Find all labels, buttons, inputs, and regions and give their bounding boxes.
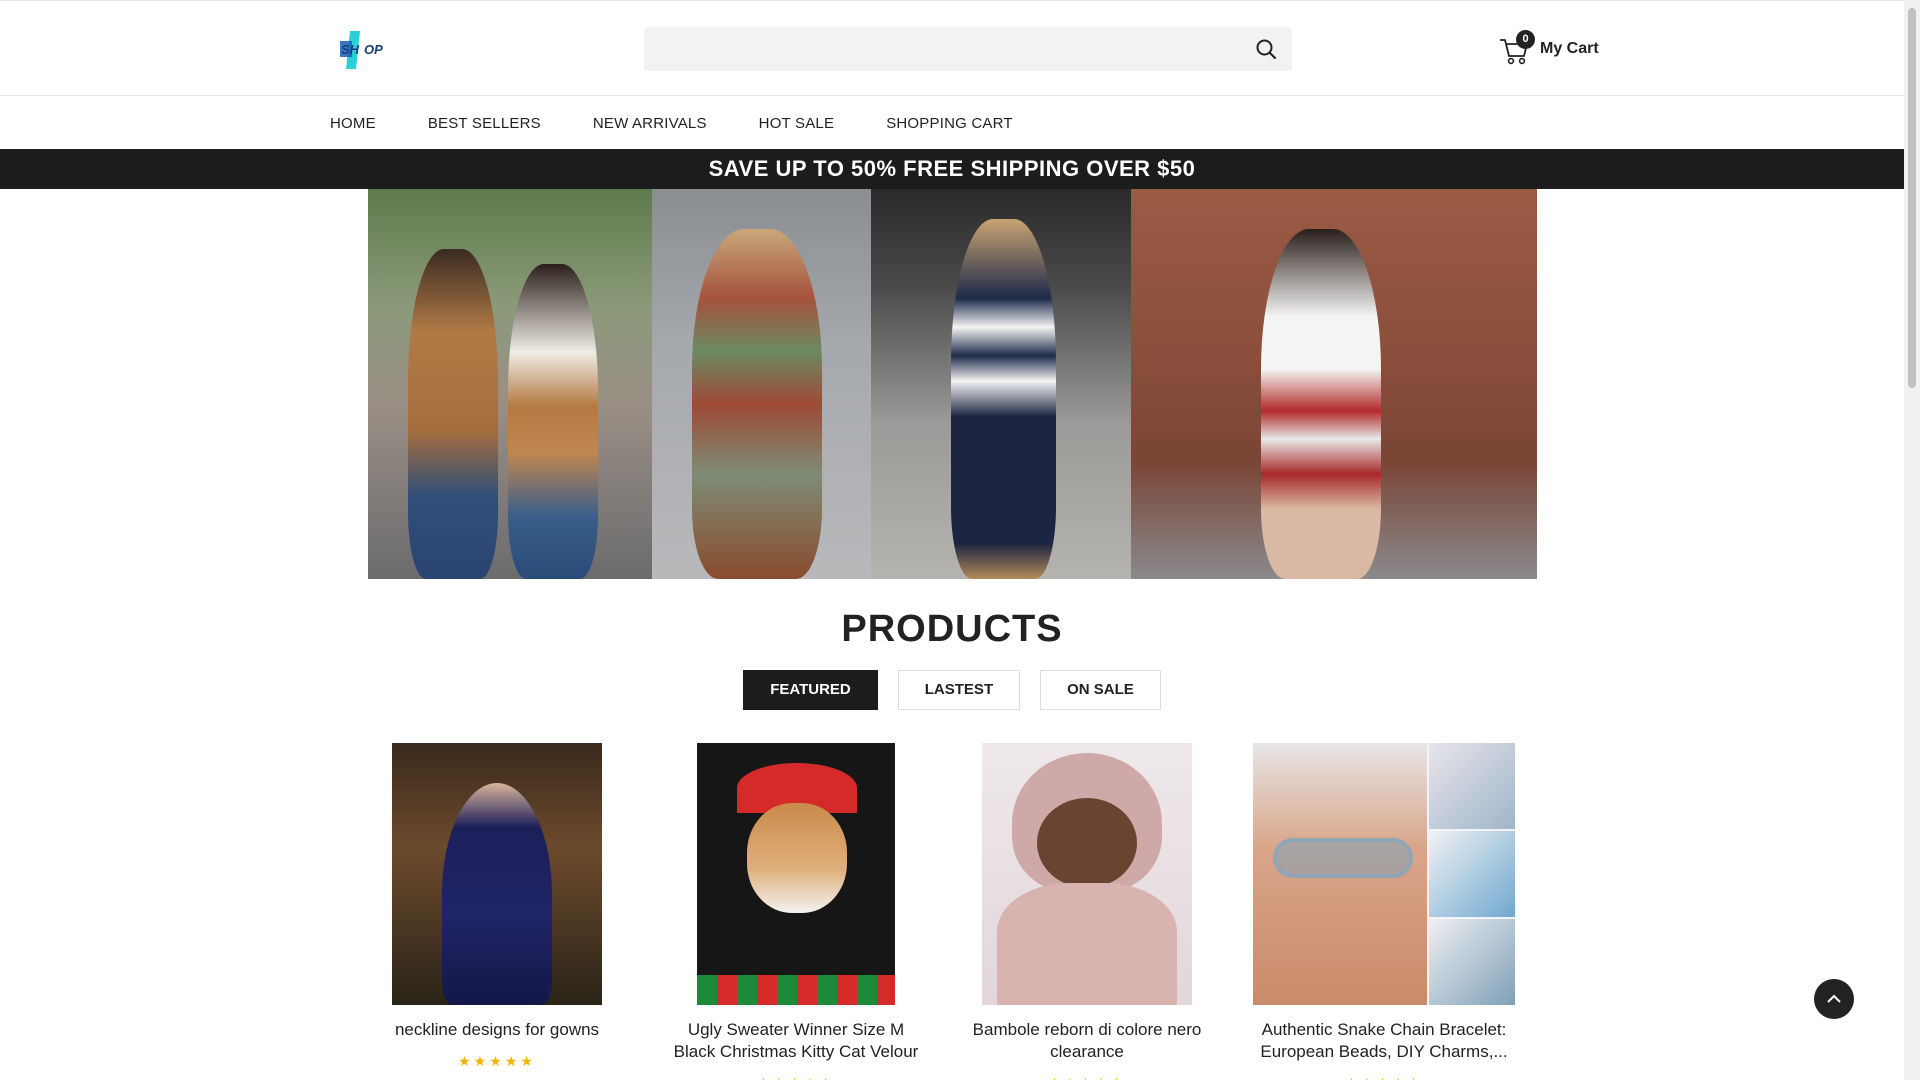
tab-featured[interactable]: FEATURED [743,670,878,710]
search-input[interactable] [644,27,1234,71]
product-image[interactable] [392,743,602,1005]
hero-banner-image[interactable] [368,189,1537,579]
product-rating: ★★★★★ [458,1053,536,1069]
scrollbar-thumb[interactable] [1908,8,1916,388]
product-image[interactable] [1253,743,1515,1005]
nav-item-new-arrivals[interactable]: NEW ARRIVALS [593,115,707,132]
svg-text:SH: SH [341,42,360,57]
product-name[interactable]: Bambole reborn di colore nero clearance [956,1019,1218,1063]
product-card[interactable]: Bambole reborn di colore nero clearance … [956,743,1218,1080]
nav-item-best-sellers[interactable]: BEST SELLERS [428,115,541,132]
product-name[interactable]: Authentic Snake Chain Bracelet: European… [1253,1019,1515,1063]
chevron-up-icon [1826,992,1842,1011]
tab-on-sale[interactable]: ON SALE [1040,670,1161,710]
cart-icon: 0 [1498,30,1535,66]
product-card[interactable]: neckline designs for gowns ★★★★★ [366,743,628,1070]
banner-photo-4 [1131,189,1537,579]
product-image[interactable] [697,743,895,1005]
svg-text:OP: OP [364,42,383,57]
cart-button[interactable]: 0 My Cart [1498,29,1599,69]
product-name[interactable]: neckline designs for gowns [366,1019,628,1041]
site-header: SH OP 0 My Cart [0,0,1904,96]
product-card[interactable]: Authentic Snake Chain Bracelet: European… [1253,743,1515,1080]
shop-logo[interactable]: SH OP [338,29,394,71]
tab-lastest[interactable]: LASTEST [897,670,1021,710]
products-title: PRODUCTS [841,608,1063,650]
scroll-to-top-button[interactable] [1814,979,1854,1019]
nav-item-shopping-cart[interactable]: SHOPPING CART [886,115,1013,132]
banner-photo-3 [871,189,1131,579]
search-icon[interactable] [1254,37,1278,61]
cart-count-badge: 0 [1516,30,1535,49]
product-card[interactable]: Ugly Sweater Winner Size M Black Christm… [665,743,927,1080]
main-nav: HOME BEST SELLERS NEW ARRIVALS HOT SALE … [0,97,1904,149]
search-bar [644,27,1292,71]
product-rating: ★★★★★ [1253,1075,1515,1080]
promo-banner: SAVE UP TO 50% FREE SHIPPING OVER $50 [0,149,1904,189]
product-image[interactable] [982,743,1192,1005]
nav-item-home[interactable]: HOME [330,115,376,132]
product-rating: ★★★★★ [665,1075,927,1080]
banner-photo-1 [368,189,652,579]
page-scrollbar[interactable] [1904,0,1920,1080]
product-name[interactable]: Ugly Sweater Winner Size M Black Christm… [665,1019,927,1063]
cart-label: My Cart [1540,40,1599,57]
banner-photo-2 [652,189,871,579]
product-rating: ★★★★★ [956,1075,1218,1080]
nav-item-hot-sale[interactable]: HOT SALE [759,115,835,132]
product-grid: neckline designs for gowns ★★★★★ Ugly Sw… [366,743,1538,1080]
product-tabs: FEATURED LASTEST ON SALE [0,670,1904,710]
